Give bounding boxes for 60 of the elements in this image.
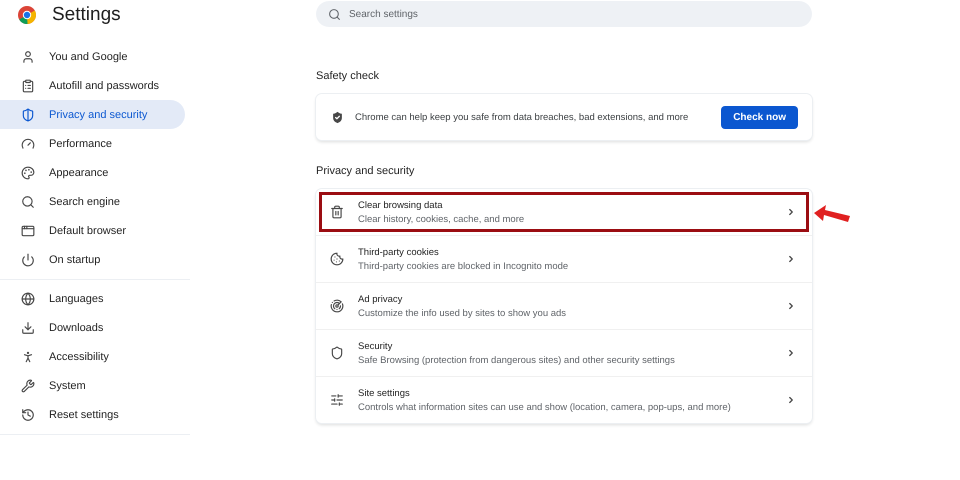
section-heading: Safety check (316, 70, 380, 82)
row-title: Ad privacy (358, 294, 404, 304)
sidebar-item[interactable]: You and Google (0, 42, 185, 71)
shield-icon (21, 108, 35, 122)
row-subtitle: Customize the info used by sites to show you ads (358, 308, 568, 318)
search-icon (21, 194, 35, 208)
download-icon (21, 320, 35, 334)
sliders-icon (330, 393, 344, 407)
settings-row[interactable]: Third-party cookies Third-party cookies are blocked in Incognito mode (316, 235, 812, 282)
check-now-button[interactable]: Check now (721, 106, 798, 128)
sidebar-item[interactable]: On startup (0, 245, 185, 274)
settings-row[interactable]: Ad privacy Customize the info used by sites to show you ads (316, 282, 812, 329)
sidebar-item[interactable]: Privacy and security (0, 100, 185, 129)
window-icon (21, 224, 35, 238)
row-title: Security (358, 340, 394, 352)
sidebar-item[interactable]: Appearance (0, 158, 185, 187)
safety-check-text: Chrome can help keep you safe from data breaches, bad extensions, and more (355, 112, 690, 122)
history-icon (21, 408, 35, 422)
chevron-icon (786, 301, 796, 311)
shield-icon (330, 346, 344, 360)
gauge-icon (21, 136, 35, 150)
logo-icon (18, 6, 36, 24)
row-subtitle: Third-party cookies are blocked in Incognito mode (358, 260, 570, 272)
sidebar-item[interactable]: Autofill and passwords (0, 71, 185, 100)
row-subtitle: Clear history, cookies, cache, and more (358, 214, 526, 224)
row-subtitle: Controls what information sites can use and show (location, camera, pop-ups, and more) (358, 402, 732, 412)
chevron-icon (786, 207, 796, 217)
clipboard-icon (21, 78, 35, 92)
sidebar-item[interactable]: Performance (0, 129, 185, 158)
radar-icon (330, 299, 344, 313)
sidebar-item[interactable]: Reset settings (0, 400, 185, 429)
row-title: Clear browsing data (358, 200, 444, 210)
app-title: Settings (52, 4, 121, 26)
shield-icon (330, 110, 345, 124)
sidebar-item[interactable]: System (0, 371, 185, 400)
settings-row[interactable]: Security Safe Browsing (protection from dangerous sites) and other security settings (316, 329, 812, 376)
power-icon (21, 252, 35, 266)
settings-row[interactable]: Site settings Controls what information sites can use and show (location, camera, pop-ups, and more) (316, 376, 812, 423)
row-title: Site settings (358, 388, 411, 398)
person-icon (21, 350, 35, 364)
settings-row[interactable]: Clear browsing data Clear history, cookies, cache, and more (316, 189, 812, 235)
sidebar-item[interactable]: Search engine (0, 187, 185, 216)
chevron-icon (786, 348, 796, 358)
search-icon (328, 8, 341, 21)
sidebar-item[interactable]: Accessibility (0, 342, 185, 371)
person-icon (21, 50, 35, 64)
cookie-icon (330, 252, 344, 266)
sidebar-item[interactable]: Default browser (0, 216, 185, 245)
chevron-icon (786, 395, 796, 405)
section-heading: Privacy and security (316, 165, 416, 177)
palette-icon (21, 166, 35, 180)
globe-icon (21, 292, 35, 306)
row-title: Third-party cookies (358, 246, 440, 258)
search-field[interactable]: Search settings (316, 1, 812, 27)
wrench-icon (21, 378, 35, 392)
sidebar-item[interactable]: Languages (0, 284, 185, 313)
row-subtitle: Safe Browsing (protection from dangerous sites) and other security settings (358, 354, 676, 366)
chevron-icon (786, 254, 796, 264)
sidebar-item[interactable]: Downloads (0, 313, 185, 342)
trash-icon (330, 205, 344, 219)
